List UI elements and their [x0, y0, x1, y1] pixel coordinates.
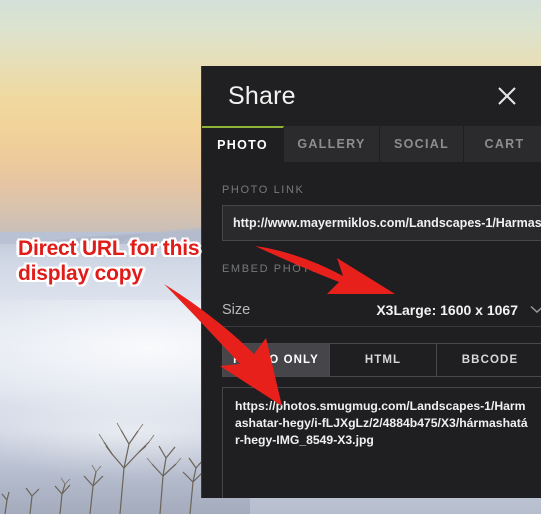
dialog-tabs: PHOTO GALLERY SOCIAL CART	[202, 126, 541, 162]
dialog-body: PHOTO LINK http://www.mayermiklos.com/La…	[202, 184, 541, 498]
close-button[interactable]	[491, 80, 523, 112]
format-photo-only-button[interactable]: PHOTO ONLY	[223, 344, 330, 376]
dialog-header: Share	[202, 66, 541, 126]
size-label: Size	[222, 301, 251, 318]
size-value: X3Large: 1600 x 1067	[376, 301, 518, 318]
tab-social[interactable]: SOCIAL	[380, 126, 464, 162]
photo-link-label: PHOTO LINK	[222, 184, 305, 196]
screenshot-root: Share PHOTO GALLERY SOCIAL CART PHOTO LI…	[0, 0, 541, 514]
embed-format-group: PHOTO ONLY HTML BBCODE	[222, 343, 541, 377]
embed-photo-label: EMBED PHOTO	[222, 263, 321, 275]
format-bbcode-button[interactable]: BBCODE	[437, 344, 541, 376]
format-html-button[interactable]: HTML	[330, 344, 437, 376]
tab-cart[interactable]: CART	[464, 126, 541, 162]
chevron-down-icon	[530, 305, 541, 314]
size-selector[interactable]: Size X3Large: 1600 x 1067	[222, 293, 541, 327]
tab-gallery[interactable]: GALLERY	[284, 126, 380, 162]
embed-url-value: https://photos.smugmug.com/Landscapes-1/…	[235, 399, 528, 447]
dialog-title: Share	[228, 81, 296, 110]
photo-link-input[interactable]: http://www.mayermiklos.com/Landscapes-1/…	[222, 205, 541, 241]
size-value-group: X3Large: 1600 x 1067	[376, 302, 541, 318]
embed-url-textarea[interactable]: https://photos.smugmug.com/Landscapes-1/…	[222, 387, 541, 498]
tab-photo[interactable]: PHOTO	[202, 126, 284, 162]
bare-tree-branches	[0, 384, 210, 514]
close-icon	[498, 87, 516, 105]
photo-link-value: http://www.mayermiklos.com/Landscapes-1/…	[233, 216, 541, 230]
annotation-callout-text: Direct URL for this display copy	[18, 237, 200, 285]
